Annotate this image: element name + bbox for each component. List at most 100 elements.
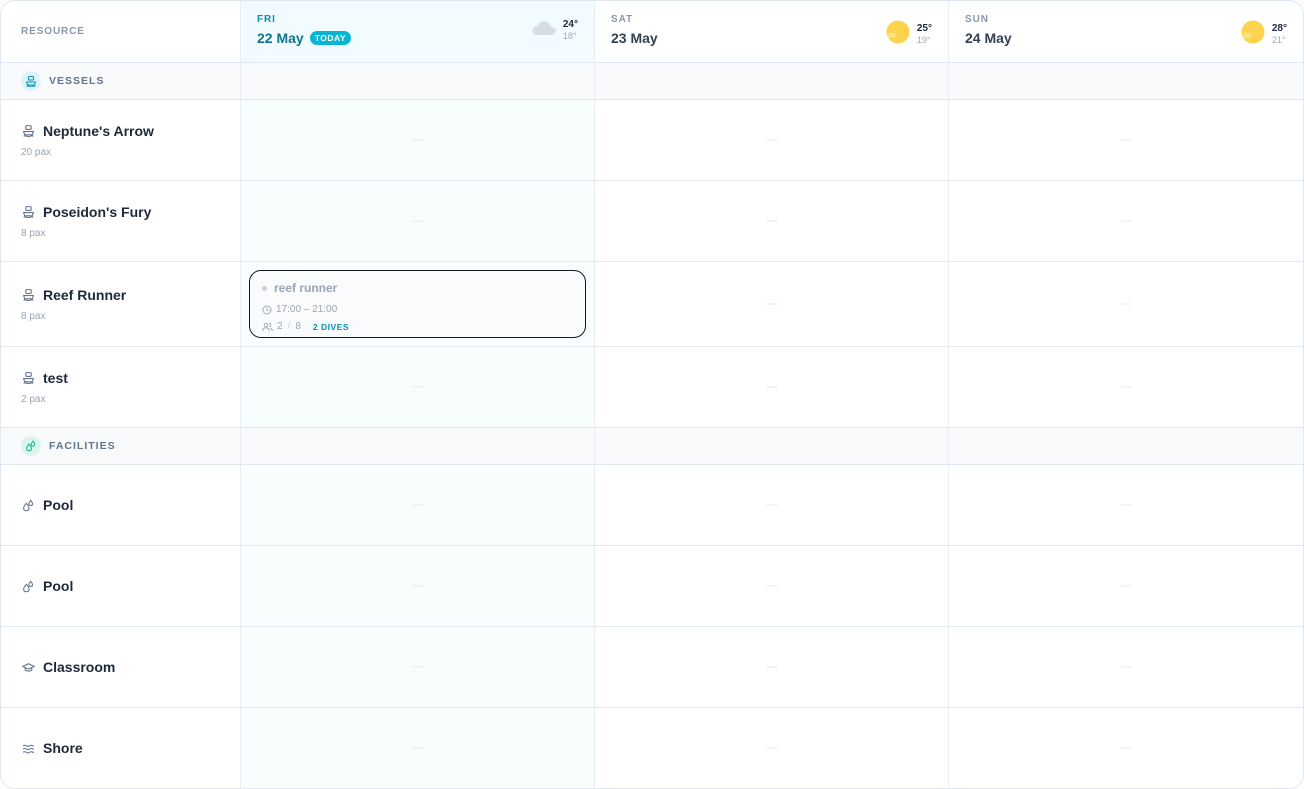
resource-pool[interactable]: Pool: [1, 546, 241, 627]
schedule-slot[interactable]: [595, 347, 949, 428]
schedule-slot[interactable]: [595, 100, 949, 181]
schedule-grid: RESOURCE FRI 22 May TODAY 24° 18° SAT 23: [1, 1, 1303, 788]
schedule-slot[interactable]: reef runner 17:00 – 21:00 2 / 8 2 DIVES: [241, 262, 595, 347]
resource-capacity: 2 pax: [21, 393, 46, 405]
schedule-slot[interactable]: [949, 347, 1303, 428]
day-header-fri[interactable]: FRI 22 May TODAY 24° 18°: [241, 1, 595, 63]
empty-slot-dash: [766, 747, 777, 749]
day-of-week: FRI: [257, 14, 276, 25]
schedule-slot[interactable]: [241, 627, 595, 708]
drops-icon: [21, 498, 35, 512]
resource-shore[interactable]: Shore: [1, 708, 241, 788]
waves-icon: [21, 741, 35, 755]
clock-icon: [262, 305, 272, 315]
empty-slot-dash: [1120, 220, 1132, 222]
schedule-slot[interactable]: [241, 465, 595, 546]
schedule-slot[interactable]: [949, 100, 1303, 181]
resource-reef-runner[interactable]: Reef Runner 8 pax: [1, 262, 241, 347]
sun-icon: [1240, 19, 1266, 50]
empty-slot-dash: [412, 666, 423, 668]
empty-slot-dash: [766, 666, 777, 668]
schedule-slot[interactable]: [595, 708, 949, 788]
weather-forecast: 24° 18°: [531, 19, 578, 42]
resource-schedule: RESOURCE FRI 22 May TODAY 24° 18° SAT 23: [0, 0, 1304, 789]
group-header-facilities[interactable]: FACILITIES: [1, 428, 241, 465]
schedule-slot[interactable]: [949, 262, 1303, 347]
resource-capacity: 8 pax: [21, 227, 46, 239]
booking-title: reef runner: [274, 281, 338, 295]
schedule-slot[interactable]: [949, 181, 1303, 262]
empty-slot-dash: [412, 386, 423, 388]
boat-icon: [21, 371, 35, 385]
schedule-slot[interactable]: [241, 181, 595, 262]
resource-name: Neptune's Arrow: [43, 122, 154, 139]
booking-time: 17:00 – 21:00: [276, 304, 338, 315]
schedule-slot[interactable]: [595, 181, 949, 262]
boat-icon: [21, 205, 35, 219]
resource-name: Classroom: [43, 659, 116, 675]
weather-forecast: 25° 19°: [885, 19, 932, 50]
group-row-fill: [595, 428, 949, 465]
empty-slot-dash: [766, 139, 777, 141]
today-badge: TODAY: [309, 31, 352, 45]
temp-high: 24°: [562, 19, 578, 30]
schedule-slot[interactable]: [949, 627, 1303, 708]
resource-name: Pool: [43, 497, 74, 513]
resource-poseidons-fury[interactable]: Poseidon's Fury 8 pax: [1, 181, 241, 262]
resource-name: test: [43, 369, 68, 386]
day-of-week: SUN: [965, 14, 989, 25]
resource-capacity: 20 pax: [21, 146, 52, 158]
dives-badge: 2 DIVES: [312, 321, 350, 332]
resource-capacity: 8 pax: [21, 310, 46, 322]
schedule-slot[interactable]: [241, 100, 595, 181]
resource-neptunes-arrow[interactable]: Neptune's Arrow 20 pax: [1, 100, 241, 181]
empty-slot-dash: [412, 747, 423, 749]
boat-icon: [21, 124, 35, 138]
group-row-fill: [241, 63, 595, 100]
status-dot: [262, 285, 267, 291]
drops-icon: [21, 579, 35, 593]
schedule-slot[interactable]: [595, 465, 949, 546]
empty-slot-dash: [766, 386, 777, 388]
group-label: FACILITIES: [49, 440, 116, 452]
empty-slot-dash: [766, 220, 777, 222]
empty-slot-dash: [412, 139, 423, 141]
group-row-fill: [595, 63, 949, 100]
schedule-slot[interactable]: [595, 546, 949, 627]
schedule-slot[interactable]: [241, 708, 595, 788]
group-header-vessels[interactable]: VESSELS: [1, 63, 241, 100]
users-icon: [262, 322, 273, 332]
temp-low: 18°: [562, 31, 577, 41]
empty-slot-dash: [766, 504, 777, 506]
capacity-separator: /: [287, 321, 291, 332]
weather-forecast: 28° 21°: [1240, 19, 1287, 50]
schedule-slot[interactable]: [595, 627, 949, 708]
day-date: 22 May: [257, 30, 304, 46]
resource-test[interactable]: test 2 pax: [1, 347, 241, 428]
group-row-fill: [241, 428, 595, 465]
schedule-slot[interactable]: [595, 262, 949, 347]
day-date: 23 May: [611, 30, 658, 46]
booking-card[interactable]: reef runner 17:00 – 21:00 2 / 8 2 DIVES: [249, 270, 586, 338]
schedule-slot[interactable]: [241, 546, 595, 627]
day-of-week: SAT: [611, 14, 633, 25]
schedule-slot[interactable]: [949, 708, 1303, 788]
resource-name: Pool: [43, 578, 74, 594]
day-date: 24 May: [965, 30, 1012, 46]
resource-pool[interactable]: Pool: [1, 465, 241, 546]
resource-name: Shore: [43, 740, 83, 756]
schedule-slot[interactable]: [949, 465, 1303, 546]
day-header-sun[interactable]: SUN 24 May 28° 21°: [949, 1, 1303, 63]
schedule-slot[interactable]: [241, 347, 595, 428]
empty-slot-dash: [1120, 666, 1132, 668]
resource-classroom[interactable]: Classroom: [1, 627, 241, 708]
booked-count: 2: [277, 321, 283, 332]
schedule-slot[interactable]: [949, 546, 1303, 627]
temp-high: 28°: [1271, 23, 1287, 34]
empty-slot-dash: [1120, 386, 1132, 388]
resource-name: Reef Runner: [43, 286, 127, 303]
sun-icon: [885, 19, 911, 50]
day-header-sat[interactable]: SAT 23 May 25° 19°: [595, 1, 949, 63]
empty-slot-dash: [1120, 303, 1132, 305]
temp-low: 21°: [1271, 35, 1286, 45]
